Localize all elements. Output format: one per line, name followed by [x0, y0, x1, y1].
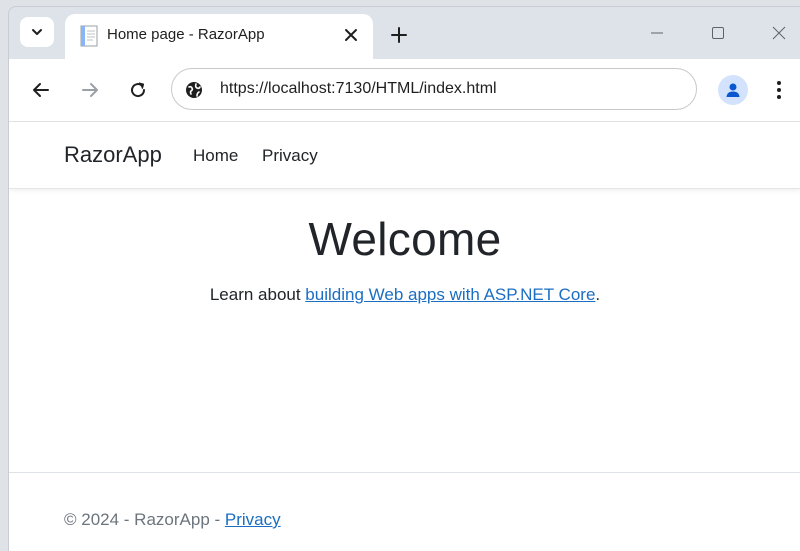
minimize-icon	[651, 32, 663, 34]
aspnet-docs-link[interactable]: building Web apps with ASP.NET Core	[305, 285, 595, 304]
globe-icon	[186, 82, 202, 98]
address-bar[interactable]: https://localhost:7130/HTML/index.html	[171, 68, 697, 110]
navbar-brand[interactable]: RazorApp	[64, 142, 162, 168]
person-icon	[726, 83, 740, 97]
nav-link-privacy[interactable]: Privacy	[262, 146, 318, 166]
tab-close-button[interactable]	[339, 23, 363, 47]
close-window-icon	[772, 26, 786, 40]
plus-icon	[391, 27, 407, 43]
tab-search-button[interactable]	[20, 17, 54, 47]
maximize-button[interactable]	[698, 17, 738, 49]
tab-strip: Home page - RazorApp	[9, 7, 800, 60]
footer-divider	[9, 472, 800, 473]
minimize-button[interactable]	[637, 17, 677, 49]
close-icon	[345, 29, 357, 41]
back-button[interactable]	[26, 75, 56, 105]
site-info-button[interactable]	[182, 78, 206, 102]
footer-privacy-link[interactable]: Privacy	[225, 510, 281, 529]
kebab-menu-icon	[777, 81, 781, 99]
close-window-button[interactable]	[759, 17, 799, 49]
document-icon	[80, 25, 98, 47]
new-tab-button[interactable]	[384, 20, 414, 50]
arrow-right-icon	[82, 83, 98, 97]
forward-button[interactable]	[75, 75, 105, 105]
site-footer: © 2024 - RazorApp - Privacy	[64, 510, 281, 530]
active-tab[interactable]: Home page - RazorApp	[65, 14, 373, 60]
browser-window: Home page - RazorApp https://localhost:7…	[8, 6, 800, 551]
chevron-down-icon	[32, 29, 42, 35]
site-navbar: RazorApp Home Privacy	[9, 122, 800, 189]
profile-button[interactable]	[718, 75, 748, 105]
browser-toolbar: https://localhost:7130/HTML/index.html	[9, 59, 800, 121]
lead-suffix: .	[595, 285, 601, 304]
lead-prefix: Learn about	[209, 285, 306, 304]
page-content: RazorApp Home Privacy Welcome Learn abou…	[9, 121, 800, 551]
page-title: Welcome	[308, 213, 502, 265]
browser-menu-button[interactable]	[767, 75, 791, 105]
tab-title: Home page - RazorApp	[107, 26, 265, 43]
url-text: https://localhost:7130/HTML/index.html	[220, 80, 497, 97]
reload-icon	[131, 82, 146, 98]
footer-copyright: © 2024 - RazorApp -	[64, 510, 225, 529]
reload-button[interactable]	[123, 75, 153, 105]
maximize-icon	[712, 27, 724, 39]
lead-text: Learn about building Web apps with ASP.N…	[9, 285, 800, 305]
arrow-left-icon	[33, 83, 49, 97]
nav-link-home[interactable]: Home	[193, 146, 238, 166]
